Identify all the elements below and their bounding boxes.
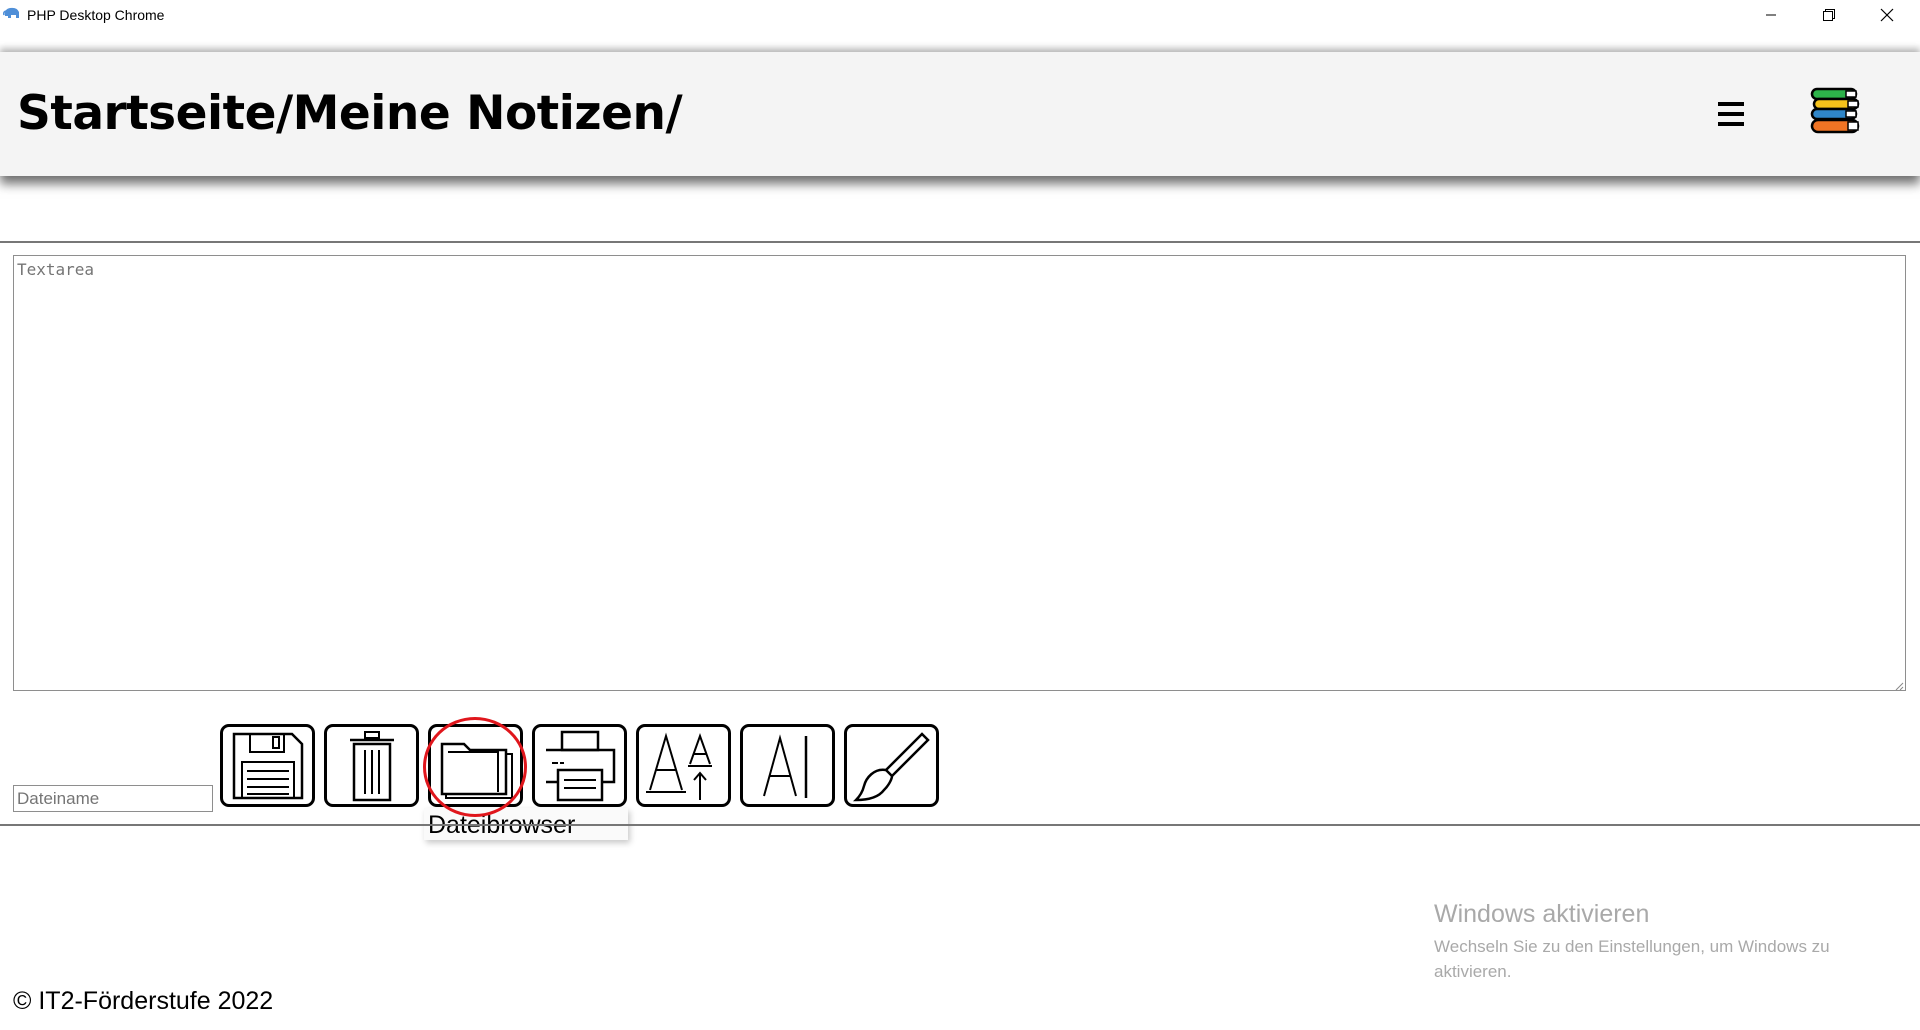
divider-bottom	[0, 824, 1920, 826]
paintbrush-icon	[852, 731, 930, 801]
divider-top	[0, 241, 1920, 243]
window-titlebar: PHP Desktop Chrome	[0, 0, 1920, 30]
filename-input[interactable]	[13, 785, 213, 812]
print-button[interactable]	[532, 724, 627, 807]
watermark-subtitle: Wechseln Sie zu den Einstellungen, um Wi…	[1434, 937, 1830, 981]
note-textarea[interactable]	[13, 255, 1906, 691]
minimize-button[interactable]	[1742, 0, 1800, 30]
minimize-icon	[1766, 14, 1776, 16]
breadcrumb[interactable]: Startseite/Meine Notizen/	[17, 86, 683, 141]
printer-icon	[545, 730, 615, 801]
restore-button[interactable]	[1800, 0, 1858, 30]
restore-icon	[1823, 9, 1835, 21]
close-button[interactable]	[1858, 0, 1916, 30]
footer-copyright: © IT2-Förderstufe 2022	[13, 987, 274, 1015]
font-size-button[interactable]	[636, 724, 731, 807]
trash-icon	[349, 730, 394, 801]
resize-grip-icon[interactable]	[1893, 680, 1904, 691]
save-button[interactable]	[220, 724, 315, 807]
color-brush-button[interactable]	[844, 724, 939, 807]
books-stack-logo[interactable]	[1806, 84, 1864, 140]
close-icon	[1880, 8, 1894, 22]
page-header: Startseite/Meine Notizen/	[0, 52, 1920, 176]
font-size-icon	[645, 731, 712, 800]
php-elephant-icon	[3, 7, 19, 18]
highlight-circle	[423, 717, 527, 817]
font-button[interactable]	[740, 724, 835, 807]
hamburger-menu-icon[interactable]	[1708, 94, 1754, 134]
floppy-disk-icon	[232, 732, 303, 799]
window-title: PHP Desktop Chrome	[27, 7, 165, 23]
text-cursor-icon	[762, 733, 807, 798]
watermark-title: Windows aktivieren	[1434, 900, 1650, 928]
delete-button[interactable]	[324, 724, 419, 807]
